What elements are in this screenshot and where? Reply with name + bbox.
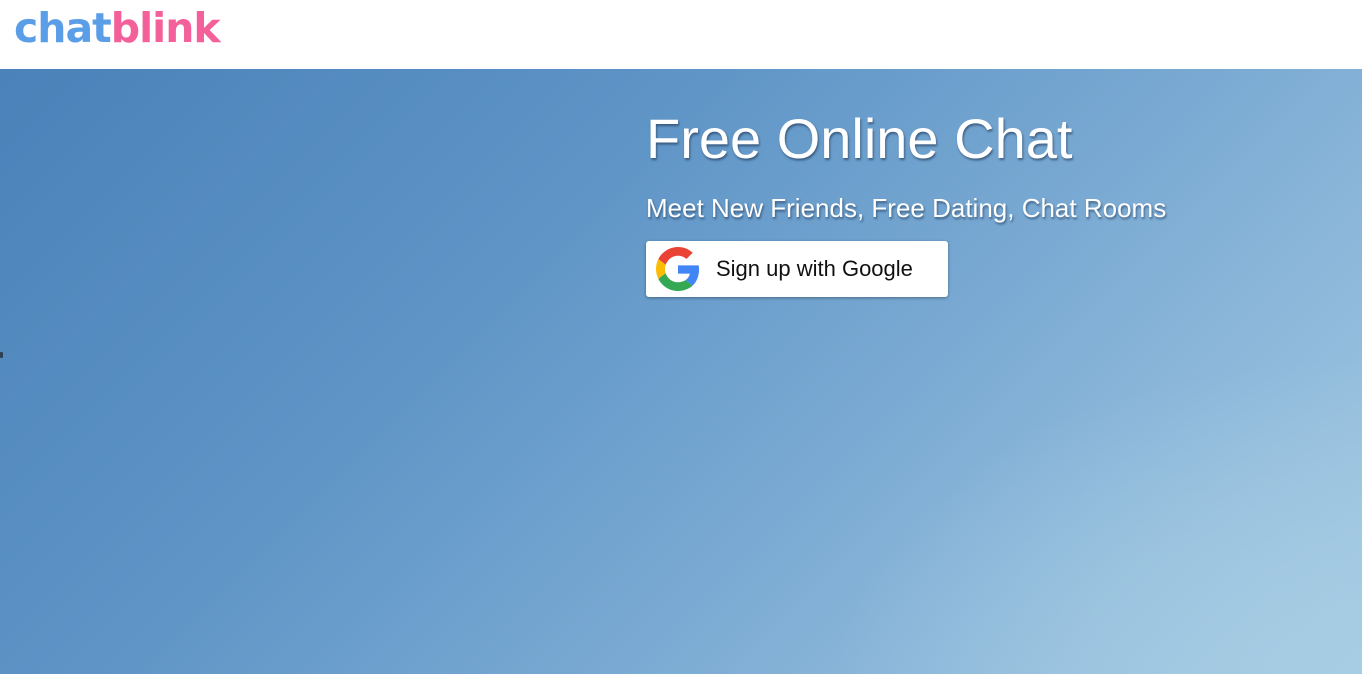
- chatblink-logo[interactable]: chatblink: [14, 4, 221, 52]
- google-signup-button[interactable]: Sign up with Google: [646, 241, 948, 297]
- logo-text-chat: chat: [14, 4, 112, 52]
- google-signup-label: Sign up with Google: [716, 256, 913, 281]
- google-g-icon: [656, 247, 700, 291]
- background-speck: [0, 352, 3, 358]
- hero-section: Free Online Chat Meet New Friends, Free …: [0, 69, 1362, 674]
- logo-text-blink: blink: [110, 4, 221, 52]
- hero-subtitle: Meet New Friends, Free Dating, Chat Room…: [646, 193, 1167, 223]
- hero-title: Free Online Chat: [646, 107, 1073, 170]
- top-bar: chatblink: [0, 0, 1362, 69]
